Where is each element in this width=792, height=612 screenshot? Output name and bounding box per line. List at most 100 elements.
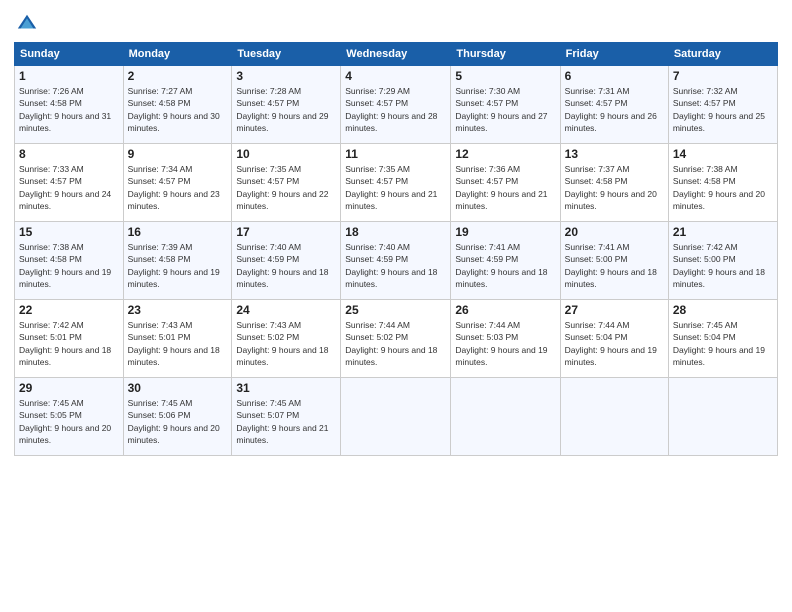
calendar-table: SundayMondayTuesdayWednesdayThursdayFrid… (14, 42, 778, 456)
logo-icon (16, 12, 38, 34)
calendar-cell-1: 1 Sunrise: 7:26 AMSunset: 4:58 PMDaylight… (15, 66, 124, 144)
day-info: Sunrise: 7:31 AMSunset: 4:57 PMDaylight:… (565, 86, 657, 133)
day-number: 28 (673, 303, 773, 317)
day-number: 27 (565, 303, 664, 317)
calendar-cell-22: 22 Sunrise: 7:42 AMSunset: 5:01 PMDayligh… (15, 300, 124, 378)
calendar-cell-20: 20Sunrise: 7:41 AMSunset: 5:00 PMDayligh… (560, 222, 668, 300)
calendar-cell-12: 12 Sunrise: 7:36 AMSunset: 4:57 PMDayligh… (451, 144, 560, 222)
calendar-cell-6: 6 Sunrise: 7:31 AMSunset: 4:57 PMDaylight… (560, 66, 668, 144)
day-number: 16 (128, 225, 228, 239)
calendar-cell-empty (668, 378, 777, 456)
day-info: Sunrise: 7:36 AMSunset: 4:57 PMDaylight:… (455, 164, 547, 211)
calendar-cell-26: 26 Sunrise: 7:44 AMSunset: 5:03 PMDayligh… (451, 300, 560, 378)
col-header-wednesday: Wednesday (341, 43, 451, 66)
col-header-monday: Monday (123, 43, 232, 66)
day-number: 12 (455, 147, 555, 161)
col-header-tuesday: Tuesday (232, 43, 341, 66)
day-number: 13 (565, 147, 664, 161)
calendar-cell-28: 28 Sunrise: 7:45 AMSunset: 5:04 PMDayligh… (668, 300, 777, 378)
day-info: Sunrise: 7:38 AMSunset: 4:58 PMDaylight:… (673, 164, 765, 211)
day-info: Sunrise: 7:27 AMSunset: 4:58 PMDaylight:… (128, 86, 220, 133)
calendar-cell-29: 29Sunrise: 7:45 AMSunset: 5:05 PMDayligh… (15, 378, 124, 456)
day-info: Sunrise: 7:42 AMSunset: 5:00 PMDaylight:… (673, 242, 765, 289)
calendar-cell-empty (560, 378, 668, 456)
day-number: 21 (673, 225, 773, 239)
calendar-week-3: 22 Sunrise: 7:42 AMSunset: 5:01 PMDayligh… (15, 300, 778, 378)
header (14, 12, 778, 34)
day-number: 9 (128, 147, 228, 161)
day-info: Sunrise: 7:44 AMSunset: 5:03 PMDaylight:… (455, 320, 547, 367)
day-info: Sunrise: 7:45 AMSunset: 5:05 PMDaylight:… (19, 398, 111, 445)
day-info: Sunrise: 7:44 AMSunset: 5:02 PMDaylight:… (345, 320, 437, 367)
day-number: 4 (345, 69, 446, 83)
calendar-cell-17: 17Sunrise: 7:40 AMSunset: 4:59 PMDayligh… (232, 222, 341, 300)
calendar-cell-18: 18Sunrise: 7:40 AMSunset: 4:59 PMDayligh… (341, 222, 451, 300)
calendar-cell-15: 15 Sunrise: 7:38 AMSunset: 4:58 PMDayligh… (15, 222, 124, 300)
calendar-cell-8: 8Sunrise: 7:33 AMSunset: 4:57 PMDaylight… (15, 144, 124, 222)
day-number: 19 (455, 225, 555, 239)
col-header-saturday: Saturday (668, 43, 777, 66)
calendar-cell-empty (451, 378, 560, 456)
day-info: Sunrise: 7:40 AMSunset: 4:59 PMDaylight:… (236, 242, 328, 289)
calendar-week-0: 1 Sunrise: 7:26 AMSunset: 4:58 PMDaylight… (15, 66, 778, 144)
calendar-cell-4: 4 Sunrise: 7:29 AMSunset: 4:57 PMDaylight… (341, 66, 451, 144)
day-number: 14 (673, 147, 773, 161)
calendar-week-1: 8Sunrise: 7:33 AMSunset: 4:57 PMDaylight… (15, 144, 778, 222)
page: SundayMondayTuesdayWednesdayThursdayFrid… (0, 0, 792, 612)
day-number: 1 (19, 69, 119, 83)
day-info: Sunrise: 7:33 AMSunset: 4:57 PMDaylight:… (19, 164, 111, 211)
day-number: 22 (19, 303, 119, 317)
day-number: 5 (455, 69, 555, 83)
day-info: Sunrise: 7:32 AMSunset: 4:57 PMDaylight:… (673, 86, 765, 133)
logo (14, 12, 38, 34)
day-info: Sunrise: 7:37 AMSunset: 4:58 PMDaylight:… (565, 164, 657, 211)
day-number: 25 (345, 303, 446, 317)
day-info: Sunrise: 7:26 AMSunset: 4:58 PMDaylight:… (19, 86, 111, 133)
calendar-cell-14: 14 Sunrise: 7:38 AMSunset: 4:58 PMDayligh… (668, 144, 777, 222)
col-header-thursday: Thursday (451, 43, 560, 66)
calendar-week-2: 15 Sunrise: 7:38 AMSunset: 4:58 PMDayligh… (15, 222, 778, 300)
day-info: Sunrise: 7:40 AMSunset: 4:59 PMDaylight:… (345, 242, 437, 289)
calendar-cell-23: 23 Sunrise: 7:43 AMSunset: 5:01 PMDayligh… (123, 300, 232, 378)
day-info: Sunrise: 7:43 AMSunset: 5:01 PMDaylight:… (128, 320, 220, 367)
day-number: 15 (19, 225, 119, 239)
day-info: Sunrise: 7:43 AMSunset: 5:02 PMDaylight:… (236, 320, 328, 367)
calendar-cell-10: 10 Sunrise: 7:35 AMSunset: 4:57 PMDayligh… (232, 144, 341, 222)
day-info: Sunrise: 7:41 AMSunset: 4:59 PMDaylight:… (455, 242, 547, 289)
calendar-cell-11: 11Sunrise: 7:35 AMSunset: 4:57 PMDayligh… (341, 144, 451, 222)
day-info: Sunrise: 7:44 AMSunset: 5:04 PMDaylight:… (565, 320, 657, 367)
day-info: Sunrise: 7:45 AMSunset: 5:07 PMDaylight:… (236, 398, 328, 445)
calendar-cell-24: 24 Sunrise: 7:43 AMSunset: 5:02 PMDayligh… (232, 300, 341, 378)
day-info: Sunrise: 7:39 AMSunset: 4:58 PMDaylight:… (128, 242, 220, 289)
day-info: Sunrise: 7:38 AMSunset: 4:58 PMDaylight:… (19, 242, 111, 289)
calendar-cell-empty (341, 378, 451, 456)
day-number: 23 (128, 303, 228, 317)
day-number: 24 (236, 303, 336, 317)
calendar-cell-13: 13 Sunrise: 7:37 AMSunset: 4:58 PMDayligh… (560, 144, 668, 222)
day-number: 10 (236, 147, 336, 161)
calendar-cell-27: 27 Sunrise: 7:44 AMSunset: 5:04 PMDayligh… (560, 300, 668, 378)
col-header-friday: Friday (560, 43, 668, 66)
day-number: 11 (345, 147, 446, 161)
day-info: Sunrise: 7:29 AMSunset: 4:57 PMDaylight:… (345, 86, 437, 133)
day-number: 20 (565, 225, 664, 239)
day-info: Sunrise: 7:45 AMSunset: 5:06 PMDaylight:… (128, 398, 220, 445)
day-number: 3 (236, 69, 336, 83)
calendar-cell-19: 19 Sunrise: 7:41 AMSunset: 4:59 PMDayligh… (451, 222, 560, 300)
day-info: Sunrise: 7:34 AMSunset: 4:57 PMDaylight:… (128, 164, 220, 211)
day-number: 26 (455, 303, 555, 317)
calendar-cell-5: 5Sunrise: 7:30 AMSunset: 4:57 PMDaylight… (451, 66, 560, 144)
calendar-week-4: 29Sunrise: 7:45 AMSunset: 5:05 PMDayligh… (15, 378, 778, 456)
calendar-cell-2: 2 Sunrise: 7:27 AMSunset: 4:58 PMDaylight… (123, 66, 232, 144)
day-number: 7 (673, 69, 773, 83)
day-info: Sunrise: 7:42 AMSunset: 5:01 PMDaylight:… (19, 320, 111, 367)
day-number: 2 (128, 69, 228, 83)
day-number: 31 (236, 381, 336, 395)
calendar-cell-25: 25 Sunrise: 7:44 AMSunset: 5:02 PMDayligh… (341, 300, 451, 378)
calendar-header-row: SundayMondayTuesdayWednesdayThursdayFrid… (15, 43, 778, 66)
day-info: Sunrise: 7:45 AMSunset: 5:04 PMDaylight:… (673, 320, 765, 367)
col-header-sunday: Sunday (15, 43, 124, 66)
calendar-cell-31: 31 Sunrise: 7:45 AMSunset: 5:07 PMDayligh… (232, 378, 341, 456)
day-number: 6 (565, 69, 664, 83)
day-info: Sunrise: 7:35 AMSunset: 4:57 PMDaylight:… (236, 164, 328, 211)
